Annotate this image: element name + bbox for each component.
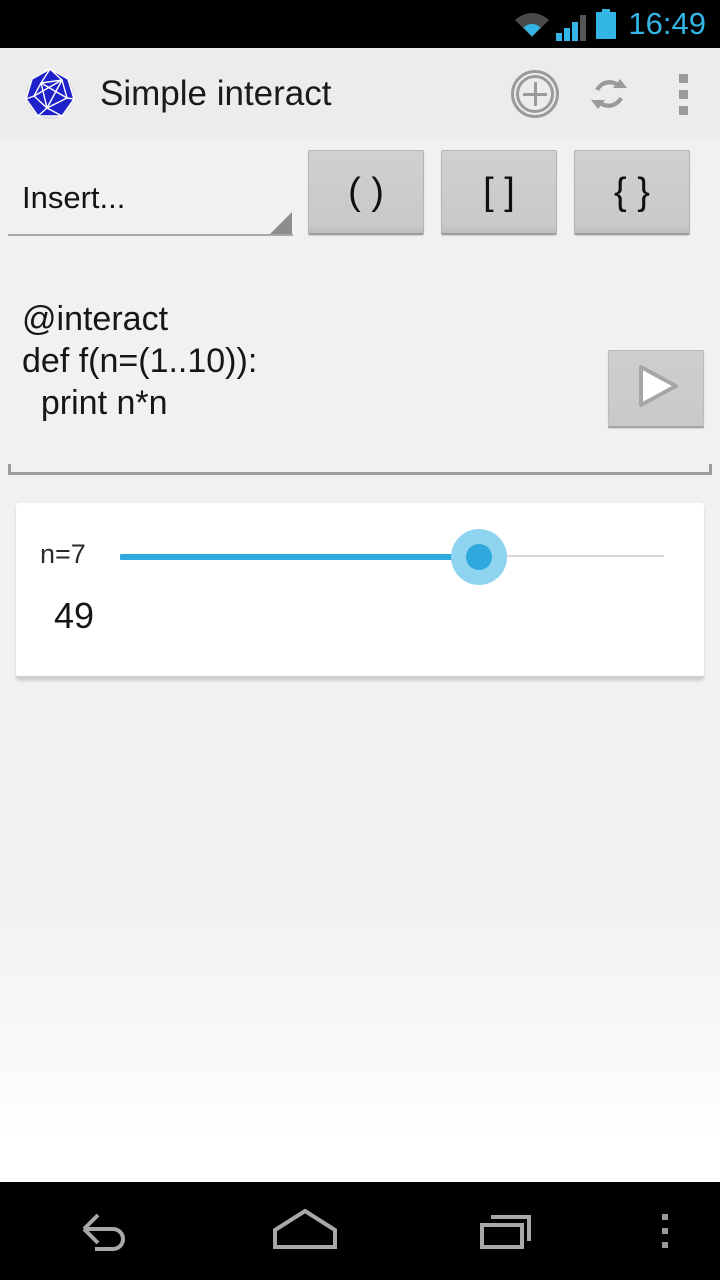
insert-spinner[interactable]: Insert...: [8, 174, 293, 236]
nav-menu-button[interactable]: [610, 1182, 720, 1280]
slider-label: n=7: [40, 539, 86, 569]
phone-screen: 16:49 Simple interact Insert... () [] …: [0, 0, 720, 1280]
insert-braces-button[interactable]: { }: [574, 150, 690, 235]
chevron-down-icon: [270, 212, 292, 234]
code-text[interactable]: @interact def f(n=(1..10)): print n*n: [22, 298, 257, 424]
nav-recents-button[interactable]: [407, 1182, 610, 1280]
play-icon: [628, 361, 684, 416]
wifi-icon: [514, 10, 550, 38]
code-editor[interactable]: @interact def f(n=(1..10)): print n*n: [8, 290, 712, 475]
insert-spinner-label: Insert...: [22, 180, 126, 215]
insert-toolbar: Insert... ( ) [ ] { }: [0, 150, 720, 254]
nav-back-button[interactable]: [0, 1182, 203, 1280]
slider-control[interactable]: [120, 529, 664, 585]
overflow-menu-button[interactable]: [646, 48, 720, 140]
battery-icon: [596, 9, 617, 39]
status-icons: [514, 7, 617, 41]
nav-home-button[interactable]: [203, 1182, 406, 1280]
output-result: 49: [54, 595, 95, 636]
insert-brackets-button[interactable]: [ ]: [441, 150, 557, 235]
status-bar-clock: 16:49: [628, 6, 706, 41]
run-button[interactable]: [608, 350, 704, 428]
recents-icon: [475, 1205, 541, 1258]
status-bar: 16:49: [0, 0, 720, 48]
sage-polyhedron-icon[interactable]: [22, 66, 78, 122]
slider-row: n=7: [16, 525, 704, 591]
spinner-underline: [8, 234, 293, 236]
new-button[interactable]: [498, 48, 572, 140]
main-content: Insert... ( ) [ ] { } @interact def f(n=…: [0, 140, 720, 1182]
menu-dots-icon: [661, 1214, 668, 1248]
back-icon: [71, 1204, 133, 1259]
editor-underline: [8, 464, 712, 475]
refresh-icon: [586, 71, 632, 117]
action-bar: Simple interact: [0, 48, 720, 140]
interact-output-card: n=7 49: [16, 503, 704, 679]
page-title: Simple interact: [100, 74, 332, 113]
slider-thumb[interactable]: [466, 544, 493, 570]
new-icon: [511, 70, 559, 118]
refresh-button[interactable]: [572, 48, 646, 140]
slider-track-fill: [120, 554, 480, 560]
insert-parentheses-button[interactable]: ( ): [308, 150, 424, 235]
navigation-bar: [0, 1182, 720, 1280]
overflow-menu-icon: [678, 73, 688, 115]
signal-icon: [556, 13, 587, 41]
home-icon: [269, 1205, 341, 1258]
